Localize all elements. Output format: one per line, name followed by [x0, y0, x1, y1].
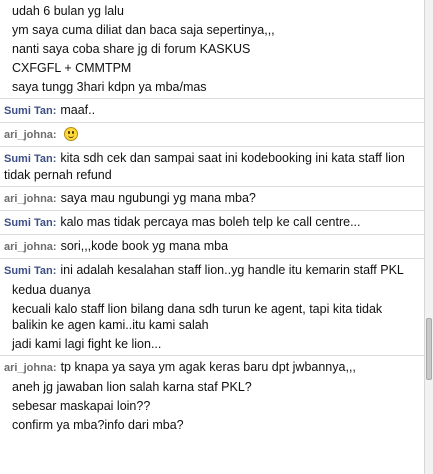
sender-name[interactable]: Sumi Tan: — [4, 105, 56, 117]
message-text: kedua duanya — [12, 283, 91, 297]
chat-message: ari_johna: saya mau ngubungi yg mana mba? — [0, 186, 424, 210]
message-text: kecuali kalo staff lion bilang dana sdh … — [12, 302, 383, 332]
scrollbar-thumb[interactable] — [426, 318, 432, 380]
chat-message: ari_johna: tp knapa ya saya ym agak keras… — [0, 355, 424, 436]
sender-name[interactable]: ari_johna: — [4, 362, 57, 374]
chat-message: ari_johna: sori,,,kode book yg mana mba — [0, 234, 424, 258]
message-text: udah 6 bulan yg lalu — [12, 4, 124, 18]
message-text: jadi kami lagi fight ke lion... — [12, 337, 162, 351]
message-text: sori,,,kode book yg mana mba — [60, 239, 229, 253]
vertical-scrollbar[interactable] — [424, 0, 433, 474]
message-text: maaf.. — [60, 103, 96, 117]
chat-message: Sumi Tan: kalo mas tidak percaya mas bole… — [0, 210, 424, 234]
sender-name[interactable]: ari_johna: — [4, 129, 57, 141]
message-text: CXFGFL + CMMTPM — [12, 61, 132, 75]
sender-name[interactable]: Sumi Tan: — [4, 217, 56, 229]
message-text: kita sdh cek dan sampai saat ini kodeboo… — [4, 151, 405, 182]
sender-name[interactable]: ari_johna: — [4, 193, 57, 205]
chat-message: Sumi Tan: maaf.. — [0, 98, 424, 122]
chat-message: ari_johna: — [0, 122, 424, 146]
message-text: confirm ya mba?info dari mba? — [12, 418, 184, 432]
smiley-icon — [64, 127, 79, 141]
message-text: tp knapa ya saya ym agak keras baru dpt … — [60, 360, 356, 374]
chat-message: Sumi Tan: kita sdh cek dan sampai saat in… — [0, 146, 424, 186]
message-text: ym saya cuma diliat dan baca saja sepert… — [12, 23, 275, 37]
sender-name[interactable]: Sumi Tan: — [4, 153, 56, 165]
message-text: kalo mas tidak percaya mas boleh telp ke… — [60, 215, 361, 229]
chat-message: Sumi Tan: ini adalah kesalahan staff lion… — [0, 258, 424, 355]
message-text: ini adalah kesalahan staff lion..yg hand… — [60, 263, 404, 277]
message-text: aneh jg jawaban lion salah karna staf PK… — [12, 380, 252, 394]
message-text: saya tungg 3hari kdpn ya mba/mas — [12, 80, 207, 94]
sender-name[interactable]: Sumi Tan: — [4, 265, 56, 277]
message-text: saya mau ngubungi yg mana mba? — [60, 191, 256, 205]
message-text: nanti saya coba share jg di forum KASKUS — [12, 42, 251, 56]
message-text: sebesar maskapai loin?? — [12, 399, 151, 413]
chat-message: udah 6 bulan yg lalu ym saya cuma diliat… — [0, 0, 424, 98]
sender-name[interactable]: ari_johna: — [4, 241, 57, 253]
chat-transcript: udah 6 bulan yg lalu ym saya cuma diliat… — [0, 0, 424, 474]
